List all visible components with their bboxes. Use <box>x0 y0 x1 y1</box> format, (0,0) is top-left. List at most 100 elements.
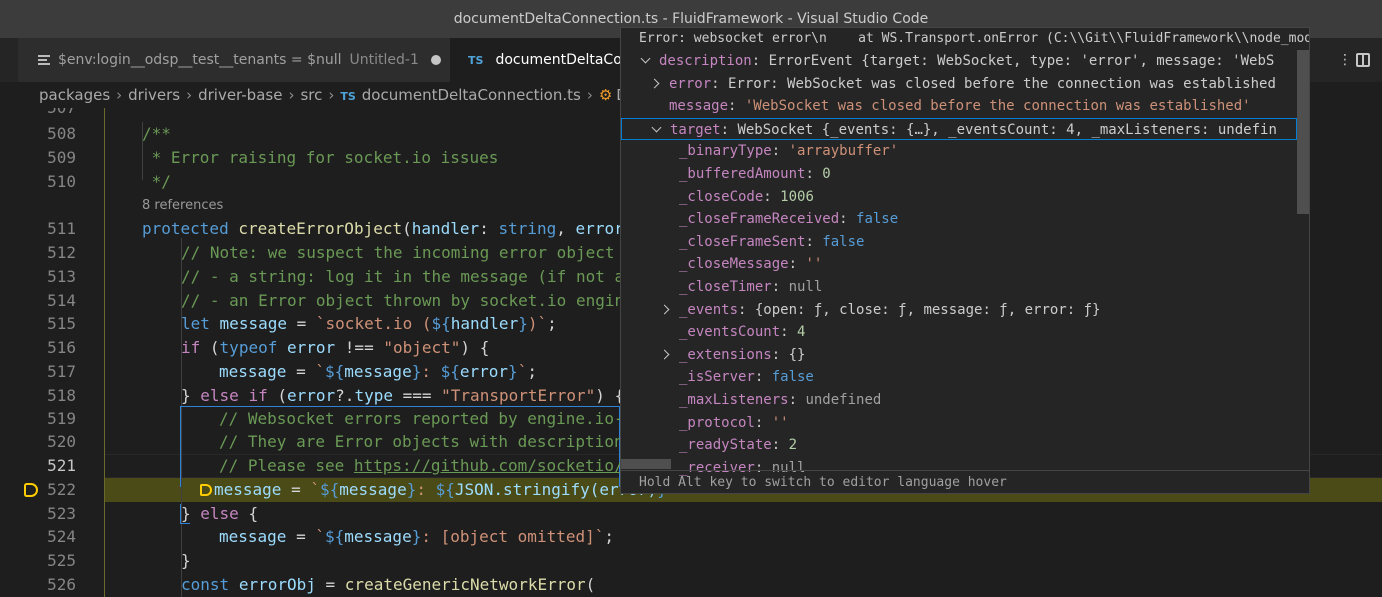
variable-name: _maxListeners <box>679 392 789 408</box>
variable-name: error <box>669 75 712 92</box>
variable-name: _closeFrameReceived <box>679 211 840 228</box>
variable-name: target <box>670 121 721 138</box>
hover-tree-row[interactable]: _bufferedAmount: 0 <box>621 163 1297 186</box>
variable-value: 2 <box>788 437 798 454</box>
variable-value: 'arraybuffer' <box>788 143 899 160</box>
chevron-right-icon[interactable] <box>661 299 671 321</box>
variable-value: '' <box>771 414 789 431</box>
variable-entry: _isServer: false <box>679 366 814 388</box>
hover-tree-row[interactable]: _binaryType: 'arraybuffer' <box>621 140 1297 163</box>
line-number: 514 <box>47 291 76 310</box>
chevron-right-icon[interactable] <box>651 73 661 95</box>
separator: : <box>771 143 789 160</box>
variable-name: _closeFrameSent <box>679 233 806 250</box>
separator: : <box>728 98 745 115</box>
variable-value: false <box>822 233 865 250</box>
variable-name: _protocol <box>679 414 755 431</box>
breadcrumb-item[interactable]: drivers <box>128 86 180 104</box>
tab-untitled-1[interactable]: $env:login__odsp__test__tenants = $null … <box>18 38 450 82</box>
variable-value: 'WebSocket was closed before the connect… <box>744 98 1251 115</box>
codelens-references[interactable]: 8 references <box>142 194 223 218</box>
line-number: 524 <box>47 527 76 546</box>
hover-tree-row[interactable]: _closeTimer: null <box>621 276 1297 299</box>
chevron-right-icon: › <box>116 86 123 104</box>
separator: : <box>738 301 755 318</box>
variable-value: WebSocket {_events: {…}, _eventsCount: 4… <box>737 121 1277 138</box>
chevron-right-icon[interactable] <box>661 344 671 366</box>
chevron-right-icon: › <box>288 86 295 104</box>
breadcrumb-item[interactable]: packages <box>39 86 110 104</box>
hover-tree-row[interactable]: _events: {open: ƒ, close: ƒ, message: ƒ,… <box>621 299 1297 322</box>
breadcrumb-item[interactable]: src <box>300 86 322 104</box>
separator: : <box>771 437 789 454</box>
variable-entry: error: Error: WebSocket was closed befor… <box>669 73 1276 95</box>
line-number: 519 <box>47 409 76 428</box>
code-line: message = `${message}: [object omitted]`… <box>219 527 615 546</box>
variable-value: 0 <box>822 166 831 182</box>
line-number: 520 <box>47 432 76 451</box>
breakpoint-current-icon[interactable] <box>24 483 38 497</box>
hover-tree-row[interactable]: _eventsCount: 4 <box>621 321 1297 344</box>
variable-name: _readyState <box>679 437 772 454</box>
horizontal-scrollbar-thumb[interactable] <box>621 459 671 469</box>
variable-value: false <box>856 211 899 228</box>
hover-tree-row[interactable]: _isServer: false <box>621 366 1297 389</box>
hover-scrollbar[interactable] <box>1297 50 1309 470</box>
hover-tree-row[interactable]: description: ErrorEvent {target: WebSock… <box>621 50 1297 73</box>
line-number: 509 <box>47 148 76 167</box>
typescript-file-icon: TS <box>340 90 356 103</box>
chevron-down-icon[interactable] <box>641 50 651 72</box>
hover-tree-row[interactable]: _extensions: {} <box>621 344 1297 367</box>
inline-breakpoint-icon[interactable] <box>200 484 212 496</box>
hover-tree-row[interactable]: _closeFrameReceived: false <box>621 208 1297 231</box>
hover-tree-row[interactable]: _protocol: '' <box>621 412 1297 435</box>
hover-tree-row[interactable]: _maxListeners: undefined <box>621 389 1297 412</box>
line-number: 518 <box>47 386 76 405</box>
separator: : <box>780 324 798 341</box>
line-number: 525 <box>47 551 76 570</box>
variable-entry: _protocol: '' <box>679 412 789 434</box>
hover-tree-row[interactable]: _closeMessage: '' <box>621 253 1297 276</box>
separator: : <box>754 369 772 386</box>
variable-name: description <box>659 53 752 69</box>
breadcrumb-item[interactable]: driver-base <box>198 86 282 104</box>
scrollbar-thumb[interactable] <box>1297 50 1309 214</box>
variable-entry: _events: {open: ƒ, close: ƒ, message: ƒ,… <box>679 299 1100 321</box>
breadcrumb-item[interactable]: documentDeltaConnection.ts <box>362 86 581 104</box>
hover-tree-row[interactable]: _readyState: 2 <box>621 434 1297 457</box>
separator: : <box>771 279 789 295</box>
variable-name: _events <box>679 301 739 318</box>
split-editor-icon[interactable] <box>1356 53 1370 67</box>
variable-entry: _maxListeners: undefined <box>679 389 881 411</box>
code-line: } else { <box>181 504 259 523</box>
variable-entry: _binaryType: 'arraybuffer' <box>679 140 898 162</box>
class-symbol-icon: ⚙ <box>598 86 613 104</box>
variable-entry: _extensions: {} <box>679 344 805 366</box>
unsaved-dot-icon[interactable] <box>430 55 441 65</box>
line-number: 517 <box>47 362 76 381</box>
hover-tree-row[interactable]: _closeFrameSent: false <box>621 231 1297 254</box>
hover-tree-row[interactable]: _closeCode: 1006 <box>621 186 1297 209</box>
chevron-right-icon: › <box>186 86 193 104</box>
lines-icon <box>38 55 50 65</box>
line-number: 515 <box>47 314 76 333</box>
separator: : <box>805 233 823 250</box>
line-number: 512 <box>47 243 76 262</box>
separator: : <box>754 414 772 431</box>
tab-document-delta-connection[interactable]: TS documentDeltaCo <box>450 38 630 82</box>
code-line: } <box>181 551 191 570</box>
tab-label: documentDeltaCo <box>495 52 622 68</box>
chevron-down-icon[interactable] <box>652 119 662 140</box>
separator: : <box>763 188 781 205</box>
variable-value: 1006 <box>780 188 814 205</box>
variable-value: {} <box>788 346 806 363</box>
variable-entry: message: 'WebSocket was closed before th… <box>669 95 1251 117</box>
hover-tree-row[interactable]: target: WebSocket {_events: {…}, _events… <box>621 117 1297 141</box>
drag-handle-icon[interactable]: ⋮⋮ <box>1338 53 1364 67</box>
debug-hover-widget[interactable]: Error: websocket error\n at WS.Transport… <box>620 27 1310 494</box>
hover-tree-row[interactable]: message: 'WebSocket was closed before th… <box>621 95 1297 118</box>
hover-tree-row[interactable]: error: Error: WebSocket was closed befor… <box>621 73 1297 96</box>
variable-name: _bufferedAmount <box>679 166 806 182</box>
variable-name: _closeTimer <box>679 279 772 295</box>
variable-name: _extensions <box>679 346 772 363</box>
